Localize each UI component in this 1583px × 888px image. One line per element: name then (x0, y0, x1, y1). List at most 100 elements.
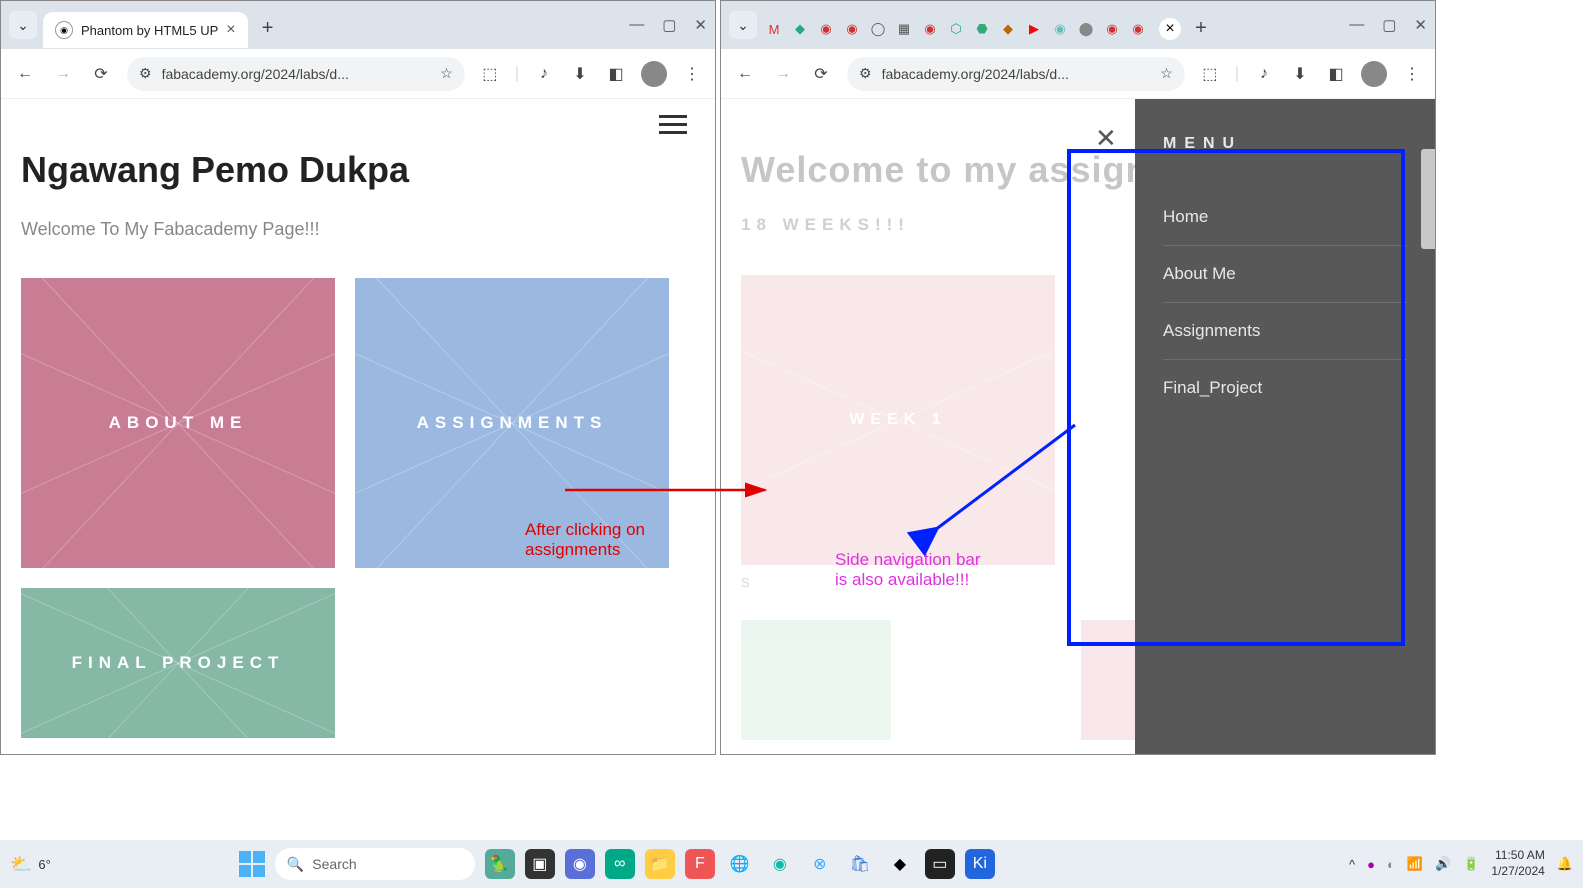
pinned-tab-icon[interactable]: ◉ (815, 18, 837, 40)
tile-about-me[interactable]: ABOUT ME (21, 278, 335, 568)
media-icon[interactable]: ♪ (1253, 63, 1275, 85)
tray-overflow-icon[interactable]: ^ (1349, 857, 1355, 872)
sidepanel-icon[interactable]: ◧ (605, 63, 627, 85)
address-bar[interactable]: ⚙ fabacademy.org/2024/labs/d... ☆ (127, 57, 465, 91)
store-icon[interactable]: 🛍 (845, 849, 875, 879)
toolbar-left: ← → ⟳ ⚙ fabacademy.org/2024/labs/d... ☆ … (1, 49, 715, 99)
forward-button[interactable]: → (771, 62, 795, 86)
minimize-icon[interactable]: — (629, 16, 644, 34)
tray-icon[interactable]: ● (1367, 857, 1375, 872)
tile-placeholder[interactable] (741, 620, 891, 740)
back-button[interactable]: ← (13, 62, 37, 86)
maximize-icon[interactable]: ▢ (1382, 16, 1396, 34)
close-window-icon[interactable]: ✕ (694, 16, 707, 34)
pinned-tab-icon[interactable]: ◉ (1101, 18, 1123, 40)
site-settings-icon[interactable]: ⚙ (139, 65, 152, 82)
profile-avatar[interactable] (1361, 61, 1387, 87)
reload-button[interactable]: ⟳ (809, 62, 833, 86)
notifications-icon[interactable]: 🔔 (1557, 856, 1573, 872)
new-tab-button[interactable]: + (254, 14, 282, 42)
youtube-icon[interactable]: ▶ (1023, 18, 1045, 40)
kicad-icon[interactable]: Ki (965, 849, 995, 879)
new-tab-button[interactable]: + (1187, 14, 1215, 42)
taskbar-app-icon[interactable]: F (685, 849, 715, 879)
browser-tab[interactable]: ◉ Phantom by HTML5 UP × (43, 12, 248, 48)
system-tray: ^ ● ◐ 📶 🔊 🔋 11:50 AM 1/27/2024 🔔 (1349, 848, 1573, 879)
more-menu-icon[interactable]: ⋮ (681, 63, 703, 85)
tile-label: ABOUT ME (109, 413, 248, 433)
bookmark-star-icon[interactable]: ☆ (1160, 65, 1173, 82)
downloads-icon[interactable]: ⬇ (569, 63, 591, 85)
taskbar-app-icon[interactable]: ◆ (885, 849, 915, 879)
tab-close-icon[interactable]: × (226, 21, 235, 39)
menu-item-home[interactable]: Home (1163, 189, 1407, 246)
taskbar-app-icon[interactable]: 🦜 (485, 849, 515, 879)
pinned-tab-icon[interactable]: ⬡ (945, 18, 967, 40)
menu-item-assignments[interactable]: Assignments (1163, 303, 1407, 360)
reload-button[interactable]: ⟳ (89, 62, 113, 86)
tile-label: WEEK 1 (849, 411, 946, 429)
profile-avatar[interactable] (641, 61, 667, 87)
pinned-tab-icon[interactable]: ◉ (1049, 18, 1071, 40)
file-explorer-icon[interactable]: 📁 (645, 849, 675, 879)
bookmark-star-icon[interactable]: ☆ (440, 65, 453, 82)
address-bar[interactable]: ⚙ fabacademy.org/2024/labs/d... ☆ (847, 57, 1185, 91)
back-button[interactable]: ← (733, 62, 757, 86)
tile-assignments[interactable]: ASSIGNMENTS (355, 278, 669, 568)
site-settings-icon[interactable]: ⚙ (859, 65, 872, 82)
pinned-tab-icon[interactable]: ◉ (841, 18, 863, 40)
active-tab-close[interactable]: × (1159, 18, 1181, 40)
tile-final-project[interactable]: FINAL PROJECT (21, 588, 335, 738)
more-menu-icon[interactable]: ⋮ (1401, 63, 1423, 85)
menu-item-about[interactable]: About Me (1163, 246, 1407, 303)
battery-icon[interactable]: 🔋 (1463, 856, 1479, 872)
sidepanel-icon[interactable]: ◧ (1325, 63, 1347, 85)
browser-window-left: ⌄ ◉ Phantom by HTML5 UP × + — ▢ ✕ ← → ⟳ … (0, 0, 716, 755)
tab-search-button[interactable]: ⌄ (9, 11, 37, 39)
chrome-icon[interactable]: 🌐 (725, 849, 755, 879)
menu-item-final-project[interactable]: Final_Project (1163, 360, 1407, 416)
weather-widget[interactable]: ⛅ 6° (10, 854, 51, 875)
tile-week1[interactable]: WEEK 1 (741, 275, 1055, 565)
wifi-icon[interactable]: 📶 (1407, 856, 1423, 872)
downloads-icon[interactable]: ⬇ (1289, 63, 1311, 85)
menu-title: MENU (1163, 135, 1407, 153)
scrollbar[interactable] (1421, 149, 1435, 249)
volume-icon[interactable]: 🔊 (1435, 856, 1451, 872)
tab-search-button[interactable]: ⌄ (729, 11, 757, 39)
tray-icon[interactable]: ◐ (1387, 857, 1395, 872)
close-nav-icon[interactable]: ✕ (1095, 123, 1117, 154)
pinned-tab-icon[interactable]: ▦ (893, 18, 915, 40)
taskbar-clock[interactable]: 11:50 AM 1/27/2024 (1491, 848, 1544, 879)
start-button[interactable] (239, 851, 265, 877)
taskbar-app-icon[interactable]: ◉ (565, 849, 595, 879)
extensions-icon[interactable]: ⬚ (1199, 63, 1221, 85)
pinned-tab-icon[interactable]: ◉ (1127, 18, 1149, 40)
edge-icon[interactable]: ◉ (765, 849, 795, 879)
pinned-tab-icon[interactable]: ⬤ (1075, 18, 1097, 40)
pinned-tab-icon[interactable]: ◆ (789, 18, 811, 40)
hamburger-menu-icon[interactable] (659, 115, 687, 134)
titlebar-left: ⌄ ◉ Phantom by HTML5 UP × + — ▢ ✕ (1, 1, 715, 49)
terminal-icon[interactable]: ▭ (925, 849, 955, 879)
tile-label: FINAL PROJECT (72, 653, 285, 673)
clock-time: 11:50 AM (1491, 848, 1544, 864)
vscode-icon[interactable]: ⊗ (805, 849, 835, 879)
minimize-icon[interactable]: — (1349, 16, 1364, 34)
pinned-tab-icon[interactable]: ⬣ (971, 18, 993, 40)
pinned-tab-icon[interactable]: ◉ (919, 18, 941, 40)
forward-button[interactable]: → (51, 62, 75, 86)
close-window-icon[interactable]: ✕ (1414, 16, 1427, 34)
taskbar-search[interactable]: 🔍 Search (275, 848, 475, 880)
maximize-icon[interactable]: ▢ (662, 16, 676, 34)
gmail-icon[interactable]: M (763, 18, 785, 40)
extensions-icon[interactable]: ⬚ (479, 63, 501, 85)
arduino-icon[interactable]: ∞ (605, 849, 635, 879)
toolbar-right: ← → ⟳ ⚙ fabacademy.org/2024/labs/d... ☆ … (721, 49, 1435, 99)
media-icon[interactable]: ♪ (533, 63, 555, 85)
pinned-tab-icon[interactable]: ◯ (867, 18, 889, 40)
taskbar-app-icon[interactable]: ▣ (525, 849, 555, 879)
tiles-grid: ABOUT ME ASSIGNMENTS FINAL PROJECT (21, 278, 695, 738)
page-title: Ngawang Pemo Dukpa (21, 149, 695, 191)
pinned-tab-icon[interactable]: ◆ (997, 18, 1019, 40)
